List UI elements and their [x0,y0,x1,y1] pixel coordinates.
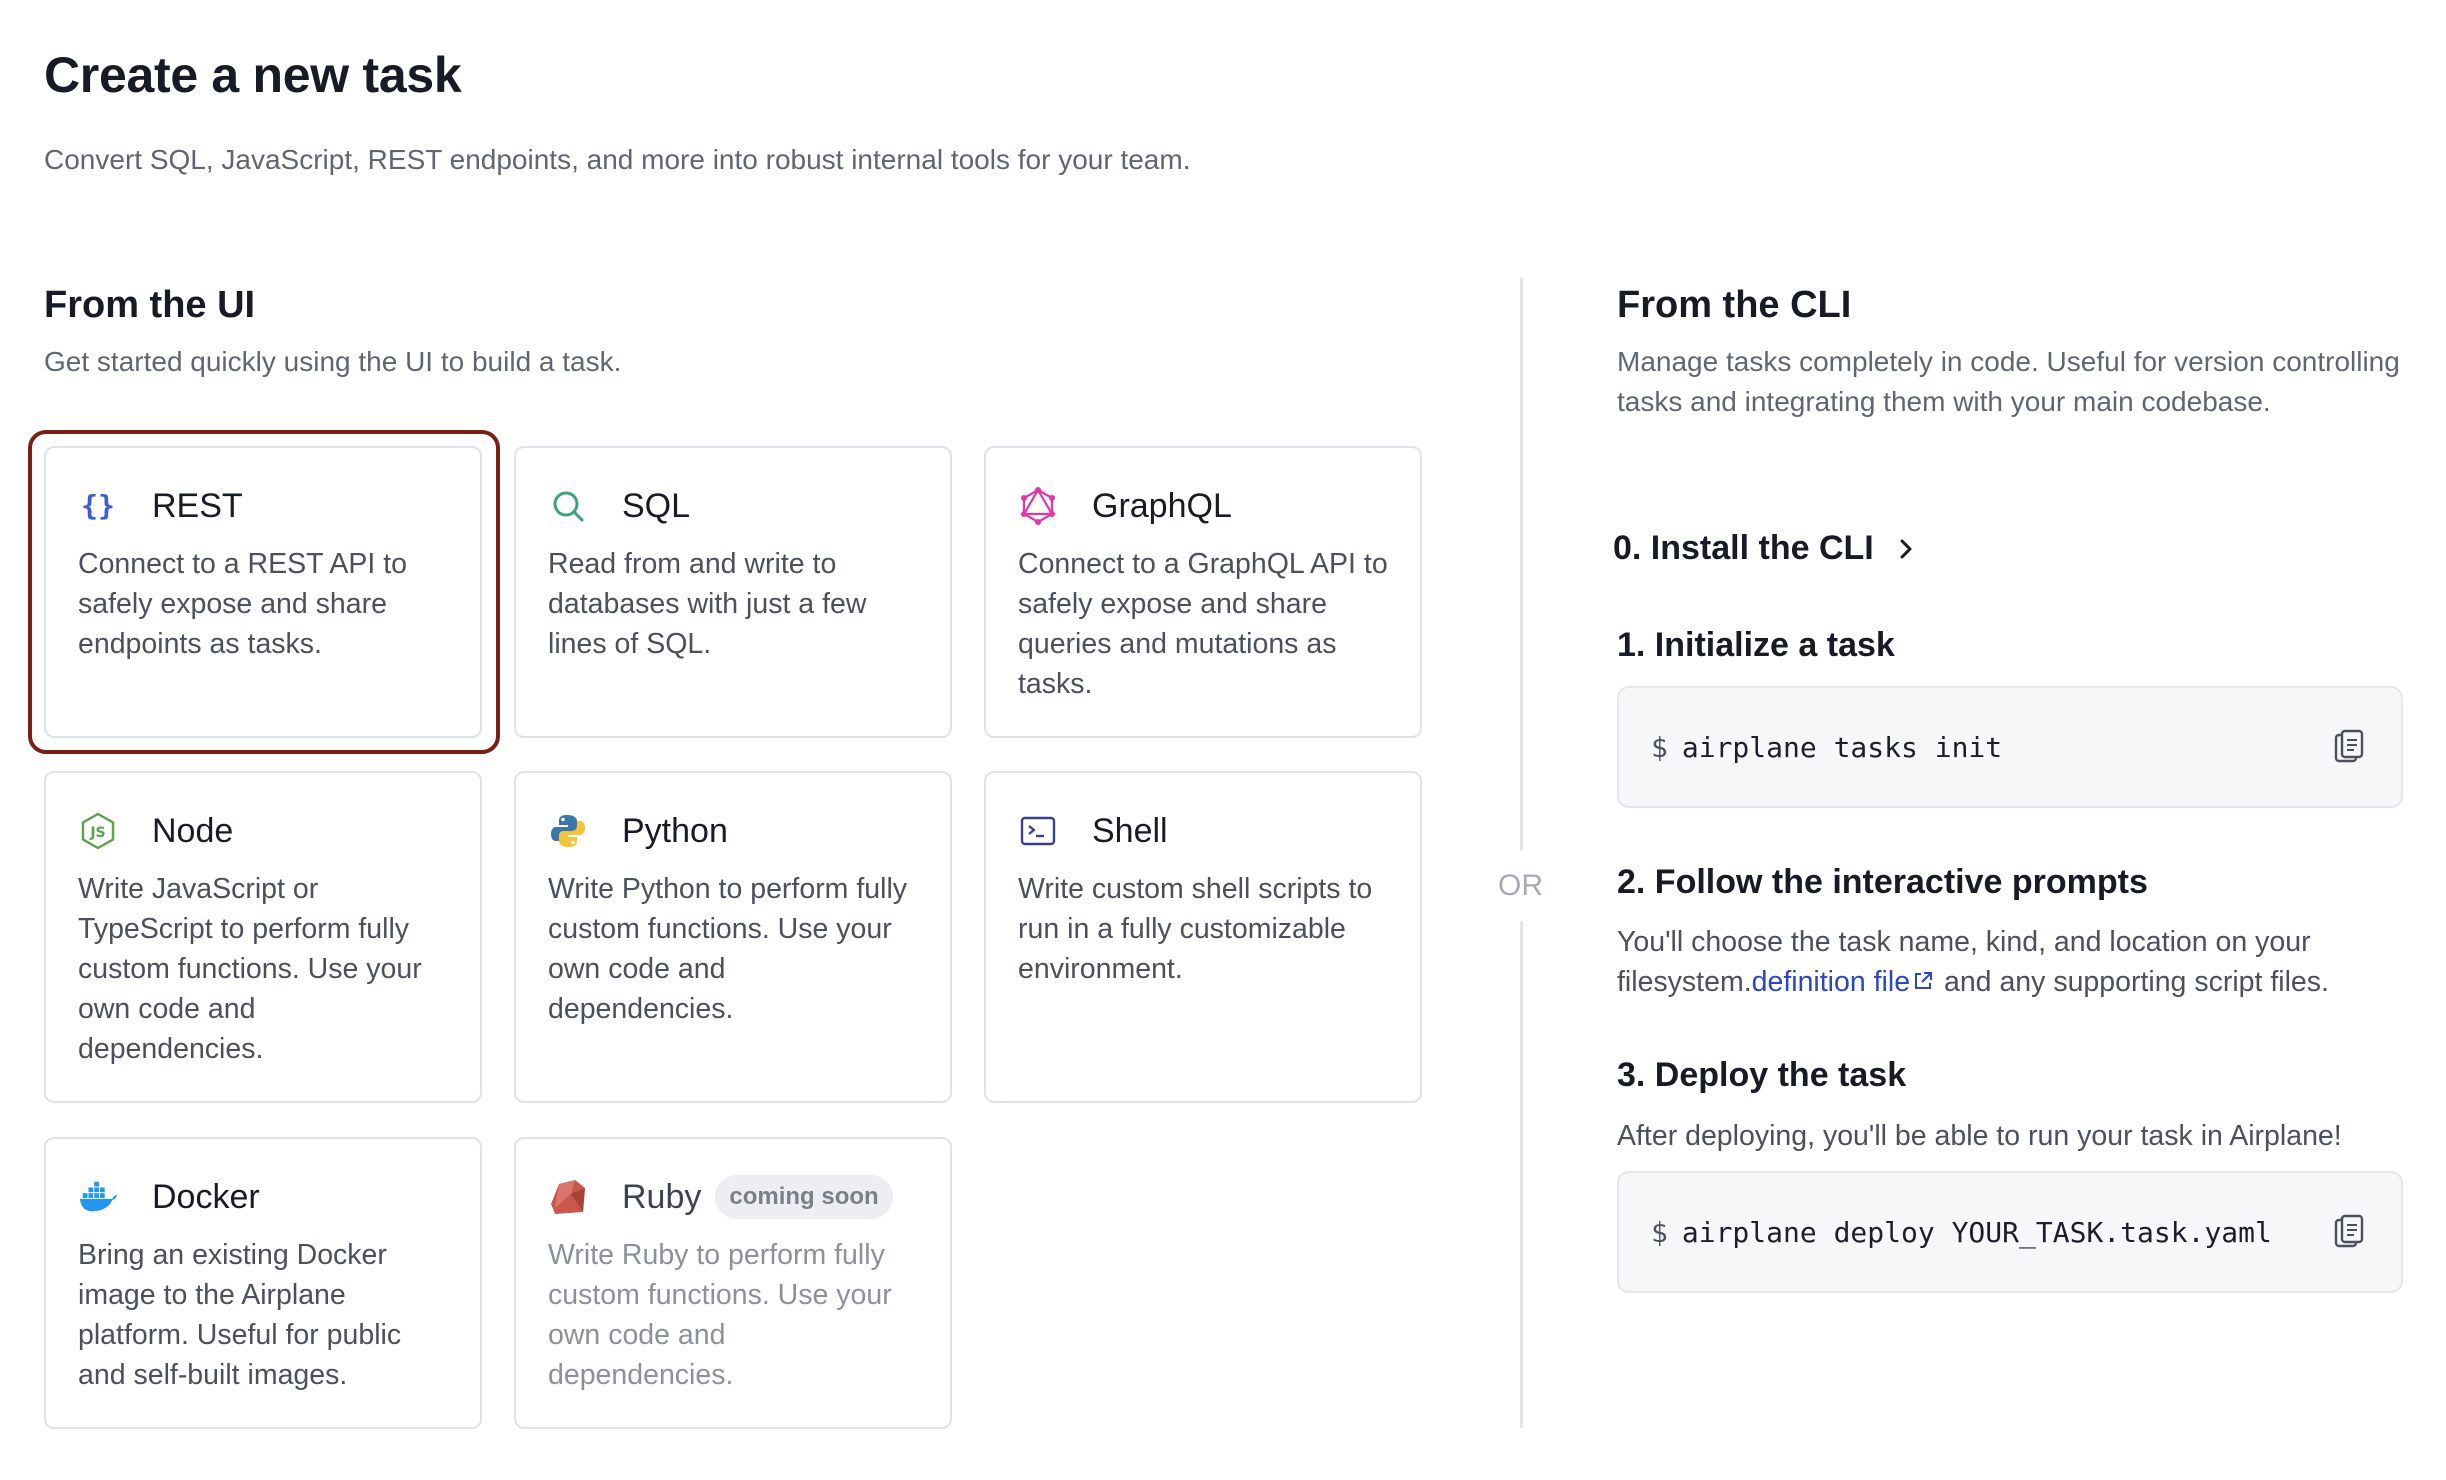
card-title: Node [152,811,234,850]
docker-icon [78,1177,118,1217]
card-description: Bring an existing Docker image to the Ai… [78,1239,402,1391]
page-title: Create a new task [44,47,462,103]
card-description: Write JavaScript or TypeScript to perfor… [78,873,422,1065]
shell-prompt: $ [1651,1215,1668,1249]
step-title: 0. Install the CLI [1613,529,1874,567]
step-initialize-title: 1. Initialize a task [1617,626,1895,664]
braces-icon: {} [78,486,118,526]
step-prompts-text-end: and any supporting script files. [1936,966,2329,998]
code-block-init: $ airplane tasks init [1617,686,2403,808]
task-card-python[interactable]: Python Write Python to perform fully cus… [514,771,952,1103]
definition-file-link[interactable]: definition file [1752,966,1910,998]
python-icon [548,811,588,851]
card-description: Write custom shell scripts to run in a f… [1018,873,1373,985]
search-icon [548,486,588,526]
graphql-icon [1018,486,1058,526]
chevron-right-icon [1896,537,1916,561]
clipboard-icon[interactable] [2329,727,2369,767]
code-block-deploy: $ airplane deploy YOUR_TASK.task.yaml [1617,1171,2403,1293]
task-card-node[interactable]: JS Node Write JavaScript or TypeScript t… [44,771,482,1103]
section-divider-bottom [1520,921,1523,1428]
command-text: airplane tasks init [1681,730,2003,764]
card-title: Python [622,811,728,850]
card-title: Docker [152,1177,260,1216]
card-description: Connect to a REST API to safely expose a… [78,548,407,660]
ui-section-title: From the UI [44,284,256,326]
terminal-icon [1018,811,1058,851]
shell-prompt: $ [1651,730,1668,764]
task-card-rest[interactable]: {} REST Connect to a REST API to safely … [44,446,482,738]
coming-soon-badge: coming soon [715,1175,893,1219]
task-card-docker[interactable]: Docker Bring an existing Docker image to… [44,1137,482,1429]
task-card-graphql[interactable]: GraphQL Connect to a GraphQL API to safe… [984,446,1422,738]
card-title: Shell [1092,811,1168,850]
code-command[interactable]: $ airplane tasks init [1651,731,2002,764]
task-card-shell[interactable]: Shell Write custom shell scripts to run … [984,771,1422,1103]
svg-text:JS: JS [89,825,105,841]
cli-section-description: Manage tasks completely in code. Useful … [1617,346,2400,417]
clipboard-icon[interactable] [2329,1212,2369,1252]
card-description: Write Python to perform fully custom fun… [548,873,908,1025]
step-prompts-description: You'll choose the task name, kind, and l… [1617,922,2417,1002]
card-description: Write Ruby to perform fully custom funct… [548,1239,892,1391]
external-link-icon [1910,966,1936,998]
command-text: airplane deploy YOUR_TASK.task.yaml [1681,1215,2272,1249]
cli-section-title: From the CLI [1617,284,1852,326]
card-title: SQL [622,486,691,525]
svg-text:{}: {} [81,489,115,522]
ui-section-description: Get started quickly using the UI to buil… [44,346,622,377]
task-card-ruby: Ruby coming soon Write Ruby to perform f… [514,1137,952,1429]
card-description: Read from and write to databases with ju… [548,548,867,660]
page-subtitle: Convert SQL, JavaScript, REST endpoints,… [44,144,1191,175]
card-description: Connect to a GraphQL API to safely expos… [1018,548,1388,700]
section-divider-top [1520,278,1523,851]
task-card-sql[interactable]: SQL Read from and write to databases wit… [514,446,952,738]
card-title: REST [152,486,243,525]
step-prompts-title: 2. Follow the interactive prompts [1617,863,2148,901]
or-divider-label: OR [1498,869,1543,902]
install-cli-toggle[interactable]: 0. Install the CLI [1613,529,1916,568]
ruby-icon [548,1177,588,1217]
nodejs-icon: JS [78,811,118,851]
step-deploy-title: 3. Deploy the task [1617,1056,1907,1094]
card-title: GraphQL [1092,486,1232,525]
code-command[interactable]: $ airplane deploy YOUR_TASK.task.yaml [1651,1216,2272,1249]
step-deploy-description: After deploying, you'll be able to run y… [1617,1120,2342,1152]
card-title: Ruby [622,1177,702,1216]
